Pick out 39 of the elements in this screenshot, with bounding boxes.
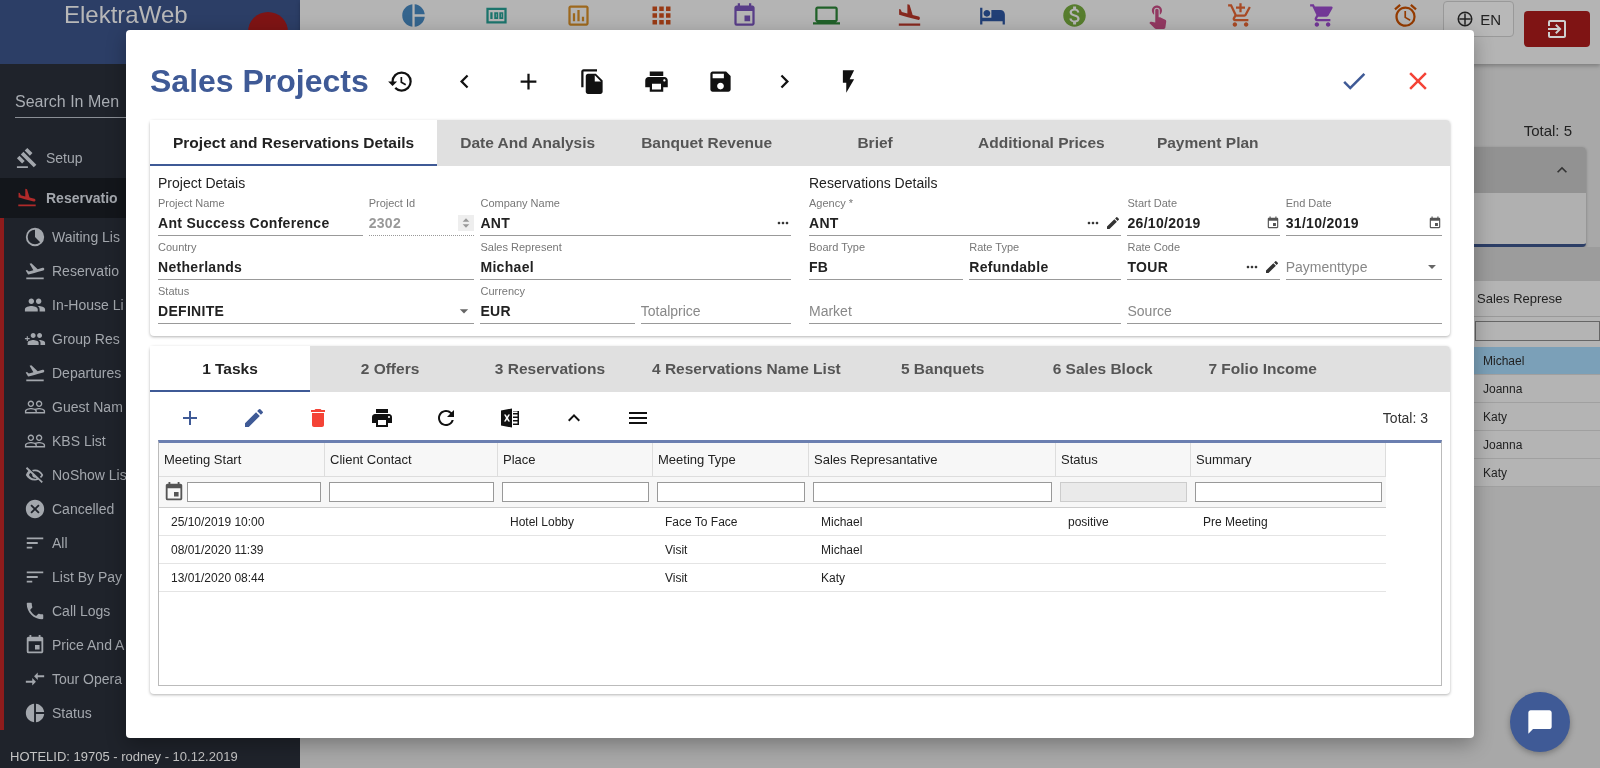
field-label: Board Type [809,240,867,255]
table-cell: 08/01/2020 11:39 [159,536,325,564]
field-label: Company Name [480,196,561,211]
field-label: Sales Represent [480,240,563,255]
field-label: End Date [1285,196,1333,211]
footer-text: HOTELID: 19705 - rodney - 10.12.2019 [9,749,239,766]
table-cell: 25/10/2019 10:00 [159,508,325,536]
column-header: Status [1056,443,1191,477]
column-header: Client Contact [325,443,498,477]
table-cell: Pre Meeting [1191,508,1386,536]
field-label: Agency * [809,196,855,211]
field-label: Country [158,240,198,255]
table-cell: Face To Face [653,508,809,536]
table-cell: Visit [653,536,809,564]
table-cell: Katy [809,564,1056,592]
field-label: Project Id [368,196,417,211]
field-label: Rate Code [1127,240,1182,255]
column-header: Meeting Type [653,443,809,477]
table-cell: Visit [653,564,809,592]
field-label: Rate Type [969,240,1021,255]
table-cell: Hotel Lobby [498,508,653,536]
field-label: Start Date [1127,196,1178,211]
total-count: Total: 3 [1382,410,1428,426]
column-header: Summary [1191,443,1386,477]
column-header: Meeting Start [159,443,325,477]
table-cell: 13/01/2020 08:44 [159,564,325,592]
table-cell: positive [1056,508,1191,536]
dialog-title: Sales Projects [150,62,368,100]
table-cell: Michael [809,536,1056,564]
logo-text: ElektraWeb [64,2,188,28]
total-count: Total: 5 [1523,122,1572,139]
field-label: Currency [480,284,527,299]
section-title: Project Detais [158,174,247,192]
field-label: Project Name [158,196,226,211]
column-header: Place [498,443,653,477]
field-label: Status [158,284,191,299]
column-header: Sales Represantative [809,443,1056,477]
table-cell: Michael [809,508,1056,536]
section-title: Reservations Details [809,174,939,192]
